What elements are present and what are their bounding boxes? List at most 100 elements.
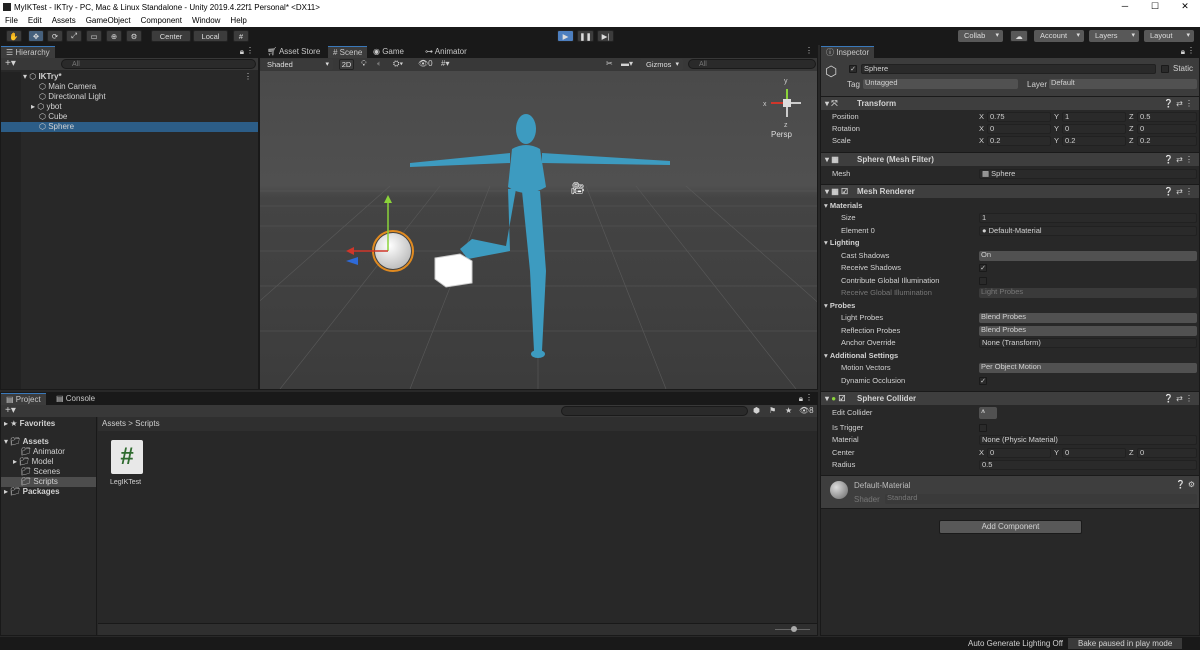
move-tool-icon[interactable]: ✥ [28, 30, 44, 42]
menu-window[interactable]: Window [192, 16, 220, 25]
scale-z-field[interactable]: 0.2 [1137, 136, 1197, 146]
scene-more-icon[interactable]: ⋮ [805, 46, 813, 55]
scene-viewport[interactable]: 🎥︎ y x z Persp [260, 71, 817, 389]
layout-dropdown[interactable]: Layout [1144, 30, 1194, 42]
inspector-more-icon[interactable]: ⋮ [1187, 46, 1195, 55]
is-trigger-checkbox[interactable] [979, 424, 987, 432]
center-z-field[interactable]: 0 [1137, 448, 1197, 458]
project-more-icon[interactable]: ⋮ [805, 393, 813, 402]
breadcrumb-assets[interactable]: Assets [102, 419, 126, 428]
minimize-button[interactable]: ─ [1110, 1, 1140, 11]
pivot-local-button[interactable]: Local [193, 30, 228, 42]
hidden-objects-icon[interactable]: 👁︎0 [418, 59, 433, 68]
rotation-x-field[interactable]: 0 [987, 124, 1051, 134]
layer-dropdown[interactable]: Default [1049, 79, 1197, 89]
persp-label[interactable]: Persp [771, 130, 792, 139]
element0-field[interactable]: ● Default-Material [979, 226, 1197, 236]
tab-scene[interactable]: # Scene [328, 46, 368, 58]
project-lock-icon[interactable]: 🔒︎ [799, 394, 803, 404]
menu-file[interactable]: File [5, 16, 18, 25]
scale-y-field[interactable]: 0.2 [1062, 136, 1126, 146]
transform-tool-icon[interactable]: ⊕ [106, 30, 122, 42]
reflection-probes-dropdown[interactable]: Blend Probes [979, 326, 1197, 336]
scene-root-row[interactable]: ▾ ⬡ IKTry* ⋮ [1, 72, 258, 82]
active-checkbox[interactable]: ✓ [849, 65, 857, 73]
script-file-label[interactable]: LegIKTest [110, 479, 141, 486]
menu-assets[interactable]: Assets [52, 16, 76, 25]
motion-vectors-dropdown[interactable]: Per Object Motion [979, 363, 1197, 373]
transform-header[interactable]: ▾ ⤧ Transform ❔ ⇄ ⋮ [821, 96, 1199, 110]
tree-favorites[interactable]: ▸ ★ Favorites [1, 419, 96, 429]
sphere-collider-header[interactable]: ▾ ● ☑ Sphere Collider ❔ ⇄ ⋮ [821, 391, 1199, 405]
hierarchy-search-input[interactable]: All [61, 59, 256, 69]
hand-tool-icon[interactable]: ✋ [6, 30, 22, 42]
tree-packages[interactable]: ▸ 📁︎ Packages [1, 487, 96, 497]
bake-status[interactable]: Bake paused in play mode [1068, 638, 1183, 649]
hierarchy-item-directional-light[interactable]: ⬡ Directional Light [1, 92, 258, 102]
tree-folder-animator[interactable]: 📁︎ Animator [1, 447, 96, 457]
mesh-renderer-header[interactable]: ▾ ▦ ☑ Mesh Renderer ❔ ⇄ ⋮ [821, 184, 1199, 198]
gizmos-dropdown[interactable]: Gizmos [640, 59, 683, 70]
grid-icon[interactable]: #▾ [441, 59, 449, 68]
tag-dropdown[interactable]: Untagged [863, 79, 1018, 89]
collab-dropdown[interactable]: Collab [958, 30, 1003, 42]
tab-console[interactable]: ▤ Console [51, 393, 100, 405]
add-icon[interactable]: +▾ [5, 58, 16, 69]
materials-size-field[interactable]: 1 [979, 213, 1197, 223]
hidden-packages-icon[interactable]: 👁︎8 [799, 406, 814, 415]
project-search-input[interactable] [561, 406, 748, 416]
project-add-icon[interactable]: +▾ [5, 405, 16, 416]
tree-folder-scripts[interactable]: 📁︎ Scripts [1, 477, 96, 487]
tab-game[interactable]: ◉ Game [368, 46, 409, 58]
receive-shadows-checkbox[interactable]: ✓ [979, 264, 987, 272]
camera-gizmo-icon[interactable]: 🎥︎ [570, 181, 585, 195]
anchor-override-field[interactable]: None (Transform) [979, 338, 1197, 348]
csharp-script-icon[interactable]: # [111, 440, 143, 474]
camera-icon[interactable]: ▬▾ [621, 59, 633, 68]
audio-icon[interactable]: 🔈︎ [377, 59, 382, 69]
tab-project[interactable]: ▤ Project [1, 393, 46, 405]
2d-toggle[interactable]: 2D [339, 59, 354, 70]
lighting-icon[interactable]: 💡︎ [361, 59, 367, 69]
position-z-field[interactable]: 0.5 [1137, 112, 1197, 122]
layers-dropdown[interactable]: Layers [1089, 30, 1139, 42]
tools-icon[interactable]: ✂ [606, 59, 613, 68]
favorite-icon[interactable]: ★ [785, 406, 792, 415]
position-x-field[interactable]: 0.75 [987, 112, 1051, 122]
rotation-z-field[interactable]: 0 [1137, 124, 1197, 134]
filter-type-icon[interactable]: ⬢ [753, 406, 760, 415]
material-settings-icon[interactable]: ❔ ⚙ [1176, 480, 1195, 489]
maximize-button[interactable]: ☐ [1140, 1, 1170, 12]
menu-help[interactable]: Help [230, 16, 246, 25]
static-checkbox[interactable] [1161, 65, 1169, 73]
tab-inspector[interactable]: ⓘ Inspector [821, 46, 875, 58]
mesh-filter-header[interactable]: ▾ ▦ Sphere (Mesh Filter) ❔ ⇄ ⋮ [821, 152, 1199, 166]
effects-icon[interactable]: ⛭▾ [393, 59, 403, 69]
scale-x-field[interactable]: 0.2 [987, 136, 1051, 146]
hierarchy-item-cube[interactable]: ⬡ Cube [1, 112, 258, 122]
lock-icon[interactable]: 🔒︎ [240, 47, 244, 57]
shader-dropdown[interactable]: Standard [885, 494, 1197, 504]
lighting-foldout[interactable]: ▾ Lighting [821, 237, 1199, 249]
rotation-y-field[interactable]: 0 [1062, 124, 1126, 134]
breadcrumb-scripts[interactable]: Scripts [135, 419, 159, 428]
custom-tool-icon[interactable]: ⚙ [126, 30, 142, 42]
additional-settings-foldout[interactable]: ▾ Additional Settings [821, 350, 1199, 362]
menu-gameobject[interactable]: GameObject [86, 16, 131, 25]
inspector-lock-icon[interactable]: 🔒︎ [1181, 47, 1185, 57]
pause-button[interactable]: ❚❚ [577, 30, 594, 42]
menu-edit[interactable]: Edit [28, 16, 42, 25]
grid-snap-icon[interactable]: # [233, 30, 249, 42]
tab-animator[interactable]: ⊶ Animator [420, 46, 472, 58]
cast-shadows-dropdown[interactable]: On [979, 251, 1197, 261]
mesh-field[interactable]: ▦ Sphere [979, 169, 1197, 179]
contribute-gi-checkbox[interactable] [979, 277, 987, 285]
tab-hierarchy[interactable]: ☰ Hierarchy [1, 46, 55, 58]
play-button[interactable]: ▶ [557, 30, 574, 42]
material-section[interactable]: Default-Material Shader Standard ❔ ⚙ [821, 475, 1199, 509]
tree-folder-scenes[interactable]: 📁︎ Scenes [1, 467, 96, 477]
pivot-center-button[interactable]: Center [151, 30, 191, 42]
probes-foldout[interactable]: ▾ Probes [821, 300, 1199, 312]
scene-search-input[interactable]: All [688, 59, 816, 69]
object-name-field[interactable]: Sphere [861, 64, 1156, 74]
